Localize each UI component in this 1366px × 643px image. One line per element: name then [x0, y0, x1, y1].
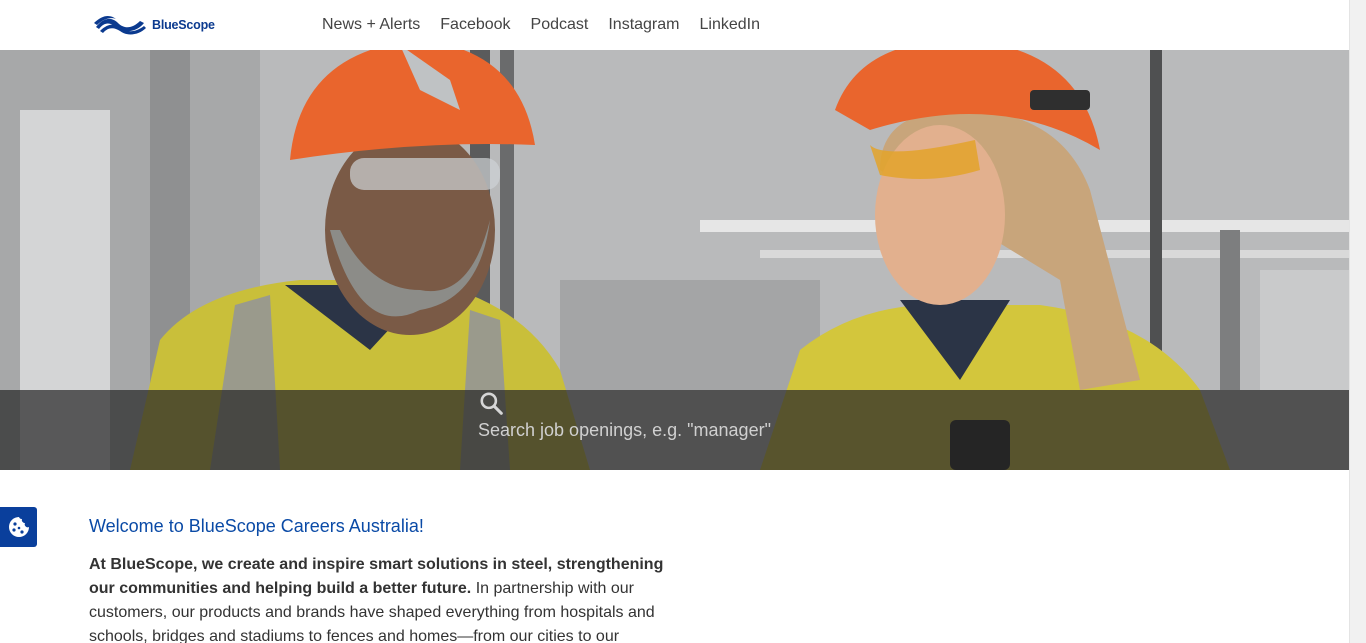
bluescope-logo-icon — [94, 15, 146, 35]
search-band — [0, 390, 1349, 470]
nav-instagram[interactable]: Instagram — [608, 16, 679, 34]
job-search-input[interactable] — [478, 419, 838, 441]
intro-paragraph: At BlueScope, we create and inspire smar… — [89, 553, 679, 643]
logo-text: BlueScope — [152, 18, 215, 32]
main-content: Welcome to BlueScope Careers Australia! … — [89, 516, 679, 643]
nav-facebook[interactable]: Facebook — [440, 16, 510, 34]
nav-podcast[interactable]: Podcast — [531, 16, 589, 34]
cookie-icon — [8, 517, 29, 537]
page-scrollbar[interactable] — [1349, 0, 1366, 643]
nav-news-alerts[interactable]: News + Alerts — [322, 16, 420, 34]
page: BlueScope News + Alerts Facebook Podcast… — [0, 0, 1349, 643]
hero-banner — [0, 50, 1349, 470]
bluescope-logo[interactable]: BlueScope — [94, 14, 215, 36]
top-nav: News + Alerts Facebook Podcast Instagram… — [322, 0, 760, 50]
site-header: BlueScope News + Alerts Facebook Podcast… — [0, 0, 1349, 50]
search-icon[interactable] — [478, 390, 504, 416]
job-search — [478, 390, 838, 470]
welcome-title: Welcome to BlueScope Careers Australia! — [89, 516, 424, 536]
cookie-settings-button[interactable] — [0, 507, 37, 547]
nav-linkedin[interactable]: LinkedIn — [699, 16, 760, 34]
